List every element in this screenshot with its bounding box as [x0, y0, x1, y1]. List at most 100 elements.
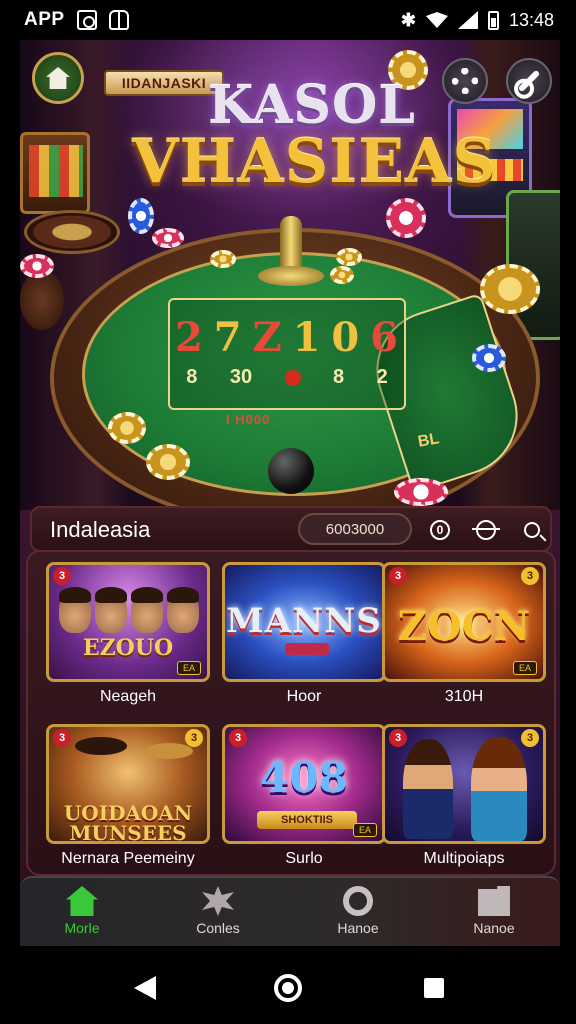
- status-left: APP: [24, 9, 129, 31]
- poker-chip-icon: [330, 266, 354, 284]
- hat-art: [75, 737, 127, 755]
- system-navigation-bar: [0, 946, 576, 1024]
- home-circle-icon[interactable]: [274, 974, 302, 1002]
- character-face: [59, 587, 91, 633]
- table-stand-left: [20, 270, 64, 330]
- poker-chip-icon: [152, 228, 184, 248]
- games-grid-panel: EZOUO 3 EA Neageh MANNS Hoor ZOCN 3 3 EA…: [26, 550, 556, 876]
- game-corner-badge: 3: [521, 567, 539, 585]
- bottom-navigation: Morle Conles Hanoe Nanoe: [20, 876, 560, 946]
- tools-button[interactable]: [506, 58, 552, 104]
- status-bar: APP ✱ 13:48: [0, 0, 576, 40]
- casino-app: BL 2 7 Z 1 0 6 8 30 8 2 I H000 IIDANJASK…: [20, 40, 560, 946]
- game-corner-badge: 3: [185, 729, 203, 747]
- bug-button[interactable]: [472, 516, 500, 544]
- recent-apps-icon[interactable]: [424, 978, 444, 998]
- wrench-icon: [517, 69, 541, 93]
- bet-number: Z: [252, 314, 283, 361]
- search-icon: [524, 522, 540, 538]
- bet-number: 2: [174, 314, 204, 361]
- roulette-wheel-left: [24, 210, 120, 254]
- side-zone-text: BL: [416, 430, 441, 451]
- bet-number: 6: [370, 314, 399, 361]
- balance-display[interactable]: 6003000: [298, 513, 412, 545]
- game-card-310h[interactable]: ZOCN 3 3 EA: [382, 562, 546, 682]
- circle-icon: [343, 886, 373, 916]
- game-tag: EA: [176, 661, 201, 675]
- nav-label: Conles: [196, 920, 240, 936]
- home-badge-button[interactable]: [32, 52, 84, 104]
- game-logo-text: EZOUO: [82, 635, 174, 661]
- game-card-hoor[interactable]: MANNS: [222, 562, 386, 682]
- signal-icon: [457, 11, 478, 29]
- back-icon[interactable]: [134, 976, 156, 1000]
- poker-chip-icon: [146, 444, 190, 480]
- roulette-spindle-base: [258, 266, 324, 286]
- game-name: Nernara Peemeiny: [61, 850, 195, 867]
- gear-icon: [452, 68, 478, 94]
- game-badge: 3: [389, 567, 407, 585]
- poker-chip-icon: [128, 198, 154, 234]
- logo-line-one: KASOL: [208, 75, 416, 136]
- poker-chip-icon: [108, 412, 146, 444]
- game-badge: 3: [53, 729, 71, 747]
- coin-icon: 0: [430, 520, 450, 540]
- game-name: 310H: [444, 688, 484, 705]
- game-logo-text: UOIDAOAN MUNSEES: [63, 801, 193, 844]
- game-name: Neageh: [99, 688, 157, 705]
- bet-cell: 8: [186, 366, 198, 388]
- logo-ribbon: [285, 643, 329, 655]
- nav-label: Nanoe: [473, 920, 515, 936]
- game-tag: EA: [352, 823, 377, 837]
- black-ball: [268, 448, 314, 494]
- game-badge: 3: [229, 729, 247, 747]
- bet-number: 0: [331, 314, 361, 361]
- game-name: Surlo: [285, 850, 323, 867]
- betting-grid: 2 7 Z 1 0 6 8 30 8 2: [168, 298, 406, 410]
- game-card-multipoiaps[interactable]: 3 3: [382, 724, 546, 844]
- screenshot-icon: [76, 10, 97, 30]
- slot-machine-left: [20, 132, 90, 214]
- red-dot-icon: [284, 369, 301, 386]
- poker-chip-icon: [480, 264, 540, 314]
- games-icon: [202, 886, 234, 916]
- poker-chip-icon: [20, 254, 54, 278]
- bet-number: 7: [213, 314, 243, 361]
- game-name: Hoor: [286, 688, 322, 705]
- hero-banner: BL 2 7 Z 1 0 6 8 30 8 2 I H000 IIDANJASK…: [20, 40, 560, 510]
- status-clock: 13:48: [508, 9, 554, 30]
- poker-chip-icon: [472, 344, 506, 372]
- nav-games[interactable]: Conles: [168, 886, 268, 942]
- game-logo-text: 408: [260, 753, 348, 802]
- house-icon: [46, 67, 70, 89]
- nav-home[interactable]: Morle: [32, 886, 132, 942]
- status-right: ✱ 13:48: [401, 10, 554, 31]
- logo-tag: IIDANJASKI: [104, 70, 224, 96]
- status-app-label: APP: [24, 9, 65, 30]
- bet-cell: 30: [229, 366, 253, 388]
- game-logo: IIDANJASKI KASOL VHASIEAS: [104, 60, 496, 200]
- hat-art: [145, 743, 193, 759]
- game-corner-badge: 3: [521, 729, 539, 747]
- coins-button[interactable]: 0: [426, 516, 454, 544]
- folder-icon: [478, 886, 510, 916]
- home-icon: [66, 886, 98, 916]
- game-card-nernara-peemeiny[interactable]: UOIDAOAN MUNSEES 3 3: [46, 724, 210, 844]
- game-logo-text: MANNS: [226, 601, 382, 641]
- nav-nanoe[interactable]: Nanoe: [444, 886, 544, 942]
- game-card-surlo[interactable]: 408 SHOKTIIS 3 EA: [222, 724, 386, 844]
- bluetooth-icon: ✱: [400, 9, 416, 30]
- poker-chip-icon: [394, 478, 448, 506]
- poker-chip-icon: [386, 198, 426, 238]
- wifi-icon: [425, 12, 448, 28]
- nav-hanoe[interactable]: Hanoe: [308, 886, 408, 942]
- search-button[interactable]: [518, 516, 546, 544]
- betting-row-two: 8 30 8 2: [170, 366, 404, 389]
- character-face: [131, 587, 163, 633]
- settings-button[interactable]: [442, 58, 488, 104]
- battery-icon: [487, 10, 499, 30]
- poker-chip-icon: [336, 248, 362, 266]
- game-card-neageh[interactable]: EZOUO 3 EA: [46, 562, 210, 682]
- bet-cell: 2: [376, 366, 388, 388]
- game-badge: 3: [389, 729, 407, 747]
